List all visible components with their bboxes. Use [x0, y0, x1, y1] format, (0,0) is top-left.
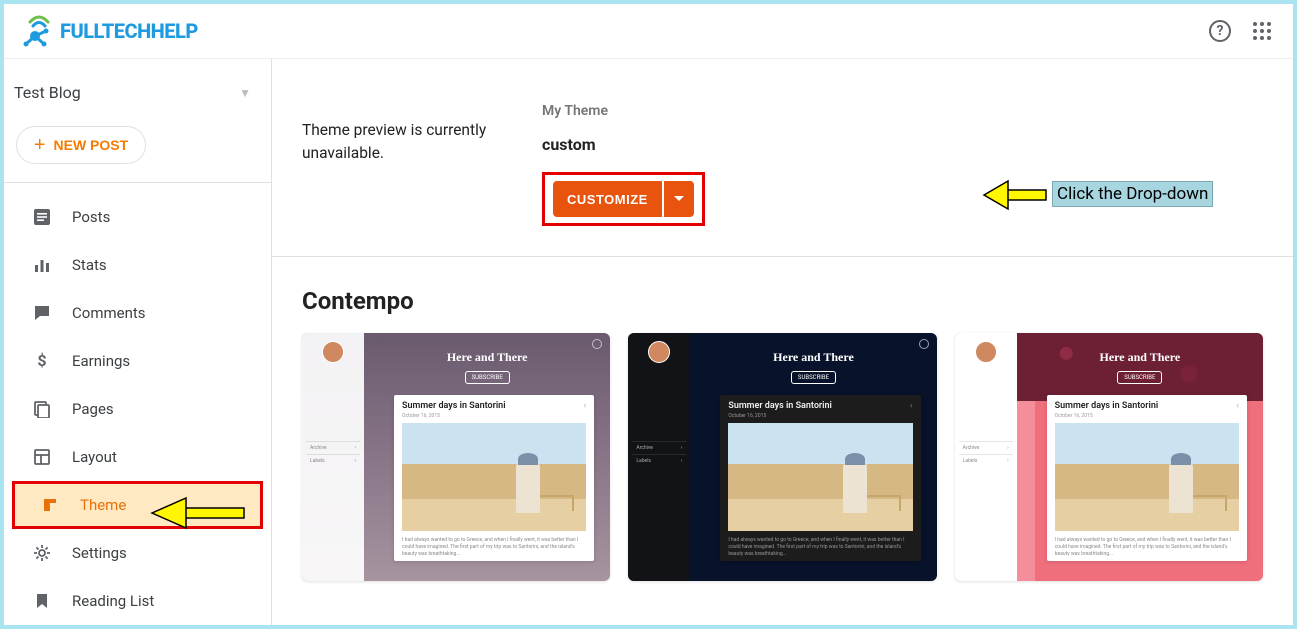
card-archive-label: Archive: [636, 445, 653, 451]
logo-icon: [22, 14, 56, 48]
card-banner-title: Here and There: [773, 350, 854, 365]
card-archive-label: Archive: [963, 445, 980, 451]
new-post-label: NEW POST: [54, 137, 129, 153]
main-content: Theme preview is currently unavailable. …: [272, 59, 1293, 625]
card-banner-title: Here and There: [1099, 350, 1180, 365]
earnings-icon: $: [32, 351, 52, 371]
blog-selector[interactable]: Test Blog ▼: [4, 69, 271, 116]
sidebar-item-settings[interactable]: Settings: [4, 529, 271, 577]
annotation-arrow-theme-icon: [150, 495, 246, 531]
customize-dropdown-button[interactable]: [664, 181, 694, 217]
blog-name: Test Blog: [14, 83, 81, 102]
plus-icon: +: [34, 134, 46, 157]
sidebar-item-label: Reading List: [72, 592, 154, 610]
card-post-title: Summer days in Santorini: [728, 401, 832, 411]
svg-text:$: $: [37, 352, 46, 370]
brand-logo: FULLTECHHELP: [22, 14, 198, 48]
new-post-button[interactable]: + NEW POST: [16, 126, 146, 164]
my-theme-name: custom: [542, 135, 705, 154]
card-banner-title: Here and There: [447, 350, 528, 365]
sidebar-item-label: Earnings: [72, 352, 130, 370]
sidebar-item-label: Theme: [80, 496, 126, 514]
sidebar-item-label: Stats: [72, 256, 107, 274]
preview-unavailable-text: Theme preview is currently unavailable.: [302, 119, 542, 166]
sidebar-item-label: Pages: [72, 400, 114, 418]
sidebar-item-posts[interactable]: Posts: [4, 193, 271, 241]
sidebar-item-earnings[interactable]: $ Earnings: [4, 337, 271, 385]
customize-button[interactable]: CUSTOMIZE: [553, 181, 662, 217]
sidebar-item-label: Comments: [72, 304, 146, 322]
card-labels-label: Labels: [310, 458, 325, 464]
my-theme-label: My Theme: [542, 103, 705, 119]
sidebar-item-stats[interactable]: Stats: [4, 241, 271, 289]
layout-icon: [32, 447, 52, 467]
sidebar-item-label: Posts: [72, 208, 110, 226]
theme-card-contempo-pink[interactable]: Archive› Labels› Here and ThereSUBSCRIBE…: [955, 333, 1263, 581]
sidebar-item-layout[interactable]: Layout: [4, 433, 271, 481]
annotation-callout: Click the Drop-down: [1052, 181, 1213, 207]
sidebar-divider: [4, 182, 271, 183]
card-post-title: Summer days in Santorini: [1055, 401, 1159, 411]
pages-icon: [32, 399, 52, 419]
sidebar-item-comments[interactable]: Comments: [4, 289, 271, 337]
card-labels-label: Labels: [963, 458, 978, 464]
theme-section-title: Contempo: [272, 257, 1293, 333]
theme-icon: [40, 495, 60, 515]
theme-card-contempo-light[interactable]: Archive› Labels› Here and ThereSUBSCRIBE…: [302, 333, 610, 581]
annotation-arrow-icon: [982, 178, 1048, 212]
card-archive-label: Archive: [310, 445, 327, 451]
logo-text: FULLTECHHELP: [60, 19, 198, 43]
help-icon[interactable]: ?: [1209, 20, 1231, 42]
gear-icon: [32, 543, 52, 563]
theme-card-contempo-dark[interactable]: Archive› Labels› Here and ThereSUBSCRIBE…: [628, 333, 936, 581]
sidebar-item-pages[interactable]: Pages: [4, 385, 271, 433]
posts-icon: [32, 207, 52, 227]
customize-button-label: CUSTOMIZE: [567, 192, 648, 207]
bookmark-icon: [32, 591, 52, 611]
customize-annotation-outline: CUSTOMIZE: [542, 172, 705, 226]
sidebar-item-reading-list[interactable]: Reading List: [4, 577, 271, 625]
apps-icon[interactable]: [1253, 22, 1273, 40]
chevron-down-icon: ▼: [239, 86, 251, 100]
topbar: FULLTECHHELP ?: [4, 4, 1293, 59]
sidebar-item-label: Settings: [72, 544, 127, 562]
card-labels-label: Labels: [636, 458, 651, 464]
sidebar: Test Blog ▼ + NEW POST Posts: [4, 59, 272, 625]
comments-icon: [32, 303, 52, 323]
stats-icon: [32, 255, 52, 275]
sidebar-item-label: Layout: [72, 448, 117, 466]
card-post-title: Summer days in Santorini: [402, 401, 506, 411]
